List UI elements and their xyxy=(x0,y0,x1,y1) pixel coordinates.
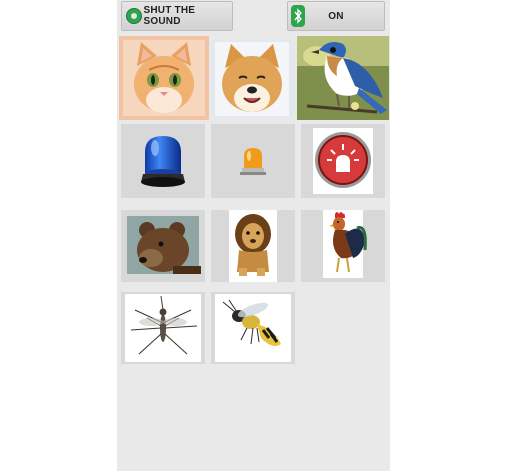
bird-icon xyxy=(297,36,389,120)
bird-sound-tile[interactable] xyxy=(297,36,389,120)
orange-beacon-icon xyxy=(240,148,266,175)
mosquito-icon xyxy=(130,295,198,355)
alarm-button-icon xyxy=(315,132,371,188)
mute-icon xyxy=(126,8,142,24)
top-toolbar: SHUT THE SOUND ON xyxy=(117,0,390,36)
police-siren-tile[interactable] xyxy=(121,124,205,198)
lion-icon xyxy=(235,214,271,276)
dog-icon xyxy=(211,40,293,118)
alarm-tile[interactable] xyxy=(301,124,385,198)
wasp-icon xyxy=(222,299,281,346)
cat-sound-tile[interactable] xyxy=(119,36,209,120)
mosquito-sound-tile[interactable] xyxy=(121,292,205,364)
bluetooth-toggle-button[interactable]: ON xyxy=(287,1,385,31)
rooster-sound-tile[interactable] xyxy=(301,210,385,282)
rooster-icon xyxy=(329,212,367,273)
bear-sound-tile[interactable] xyxy=(121,210,205,282)
bluetooth-icon xyxy=(291,5,305,27)
shut-sound-button[interactable]: SHUT THE SOUND xyxy=(121,1,233,31)
dog-sound-tile[interactable] xyxy=(211,40,293,118)
bear-icon xyxy=(127,216,201,274)
wasp-sound-tile[interactable] xyxy=(211,292,295,364)
cat-icon xyxy=(119,36,209,120)
beacon-tile[interactable] xyxy=(211,124,295,198)
app-panel: SHUT THE SOUND ON xyxy=(117,0,390,471)
bluetooth-state-label: ON xyxy=(328,10,344,22)
shut-sound-label: SHUT THE SOUND xyxy=(143,5,196,27)
lion-sound-tile[interactable] xyxy=(211,210,295,282)
police-light-icon xyxy=(141,136,185,187)
